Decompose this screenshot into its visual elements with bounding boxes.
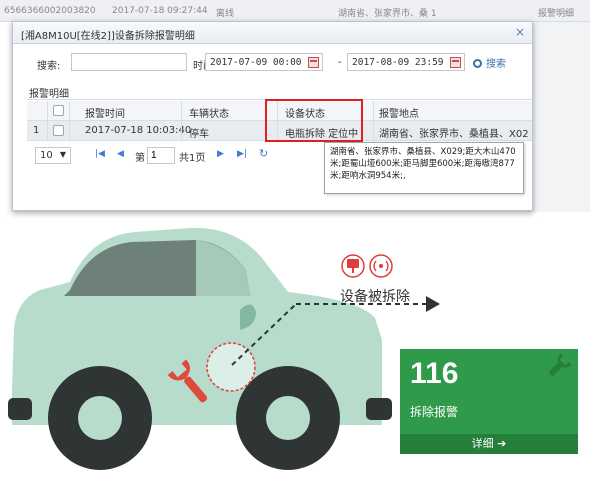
calendar-icon[interactable] bbox=[450, 57, 461, 68]
device-alarm-icon bbox=[341, 254, 365, 278]
search-icon bbox=[473, 59, 482, 68]
device-removed-annotation: 设备被拆除 bbox=[340, 289, 410, 305]
alert-count: 116 bbox=[410, 357, 459, 390]
search-button-label: 搜索 bbox=[486, 59, 506, 70]
page-size-value: 10 bbox=[40, 150, 53, 161]
arrow-right-circle-icon: ➔ bbox=[497, 437, 507, 450]
dialog-title: [湘A8M10U[在线2]]设备拆除报警明细 bbox=[21, 31, 195, 42]
search-label: 搜索: bbox=[37, 61, 61, 72]
wrench-icon bbox=[549, 353, 572, 376]
select-all-checkbox[interactable] bbox=[53, 105, 64, 116]
background-row-address: 湖南省、张家界市、桑 1 bbox=[338, 9, 437, 19]
background-row-status: 离线 bbox=[216, 9, 235, 19]
removal-alert-card[interactable]: 116 拆除报警 详细 ➔ bbox=[400, 349, 578, 454]
next-page-icon[interactable]: ▶ bbox=[217, 149, 224, 159]
column-header-vehicle-status[interactable]: 车辆状态 bbox=[189, 105, 229, 120]
date-from-value: 2017-07-09 00:00 bbox=[210, 57, 302, 68]
column-divider bbox=[373, 101, 374, 141]
device-status-highlight-box bbox=[265, 99, 363, 142]
column-divider bbox=[47, 101, 48, 141]
section-title: 报警明细 bbox=[29, 89, 69, 100]
row-location: 湖南省、张家界市、桑植县、X029;距 bbox=[379, 129, 529, 140]
close-icon[interactable]: × bbox=[515, 25, 525, 39]
background-side-label: 报警明细 bbox=[538, 9, 575, 19]
prev-page-icon[interactable]: ◀ bbox=[117, 149, 124, 159]
row-checkbox[interactable] bbox=[53, 125, 64, 136]
signal-alarm-icon bbox=[369, 254, 393, 278]
date-range-separator: - bbox=[338, 57, 342, 68]
background-row-id: 6566366002003820 bbox=[4, 6, 96, 16]
dialog-header: [湘A8M10U[在线2]]设备拆除报警明细 × bbox=[13, 22, 532, 44]
location-tooltip: 湖南省、张家界市、桑植县、X029;距大木山470米;距蜀山垭600米;距马脚里… bbox=[324, 142, 524, 194]
page-total: 共1页 bbox=[179, 153, 206, 164]
column-header-location[interactable]: 报警地点 bbox=[379, 105, 419, 120]
search-input[interactable] bbox=[71, 53, 187, 71]
row-alarm-time: 2017-07-18 10:03:40 bbox=[85, 125, 192, 136]
refresh-icon[interactable]: ↻ bbox=[259, 147, 268, 160]
alert-label: 拆除报警 bbox=[410, 405, 459, 419]
first-page-icon[interactable]: |◀ bbox=[95, 149, 105, 159]
last-page-icon[interactable]: ▶| bbox=[237, 149, 247, 159]
background-row-time: 2017-07-18 09:27:44 bbox=[112, 6, 208, 16]
column-divider bbox=[69, 101, 70, 141]
background-list-row: 6566366002003820 2017-07-18 09:27:44 离线 … bbox=[0, 0, 590, 22]
background-side-panel bbox=[528, 22, 590, 212]
page-prefix: 第 bbox=[135, 153, 145, 164]
column-divider bbox=[181, 101, 182, 141]
column-header-time[interactable]: 报警时间 bbox=[85, 105, 125, 120]
arrow-head-icon bbox=[426, 296, 440, 312]
calendar-icon[interactable] bbox=[308, 57, 319, 68]
date-to-field[interactable]: 2017-08-09 23:59 bbox=[347, 53, 465, 71]
page-number-input[interactable] bbox=[147, 147, 175, 164]
detail-button-label: 详细 bbox=[471, 437, 494, 450]
date-to-value: 2017-08-09 23:59 bbox=[352, 57, 444, 68]
detail-button[interactable]: 详细 ➔ bbox=[400, 434, 578, 454]
date-from-field[interactable]: 2017-07-09 00:00 bbox=[205, 53, 323, 71]
row-vehicle-status: 停车 bbox=[189, 129, 209, 140]
car-illustration bbox=[8, 227, 392, 470]
row-index: 1 bbox=[33, 125, 40, 136]
search-button[interactable]: 搜索 bbox=[473, 55, 506, 70]
dropdown-arrow-icon: ▼ bbox=[59, 150, 66, 159]
page-size-select[interactable]: 10 ▼ bbox=[35, 147, 71, 164]
